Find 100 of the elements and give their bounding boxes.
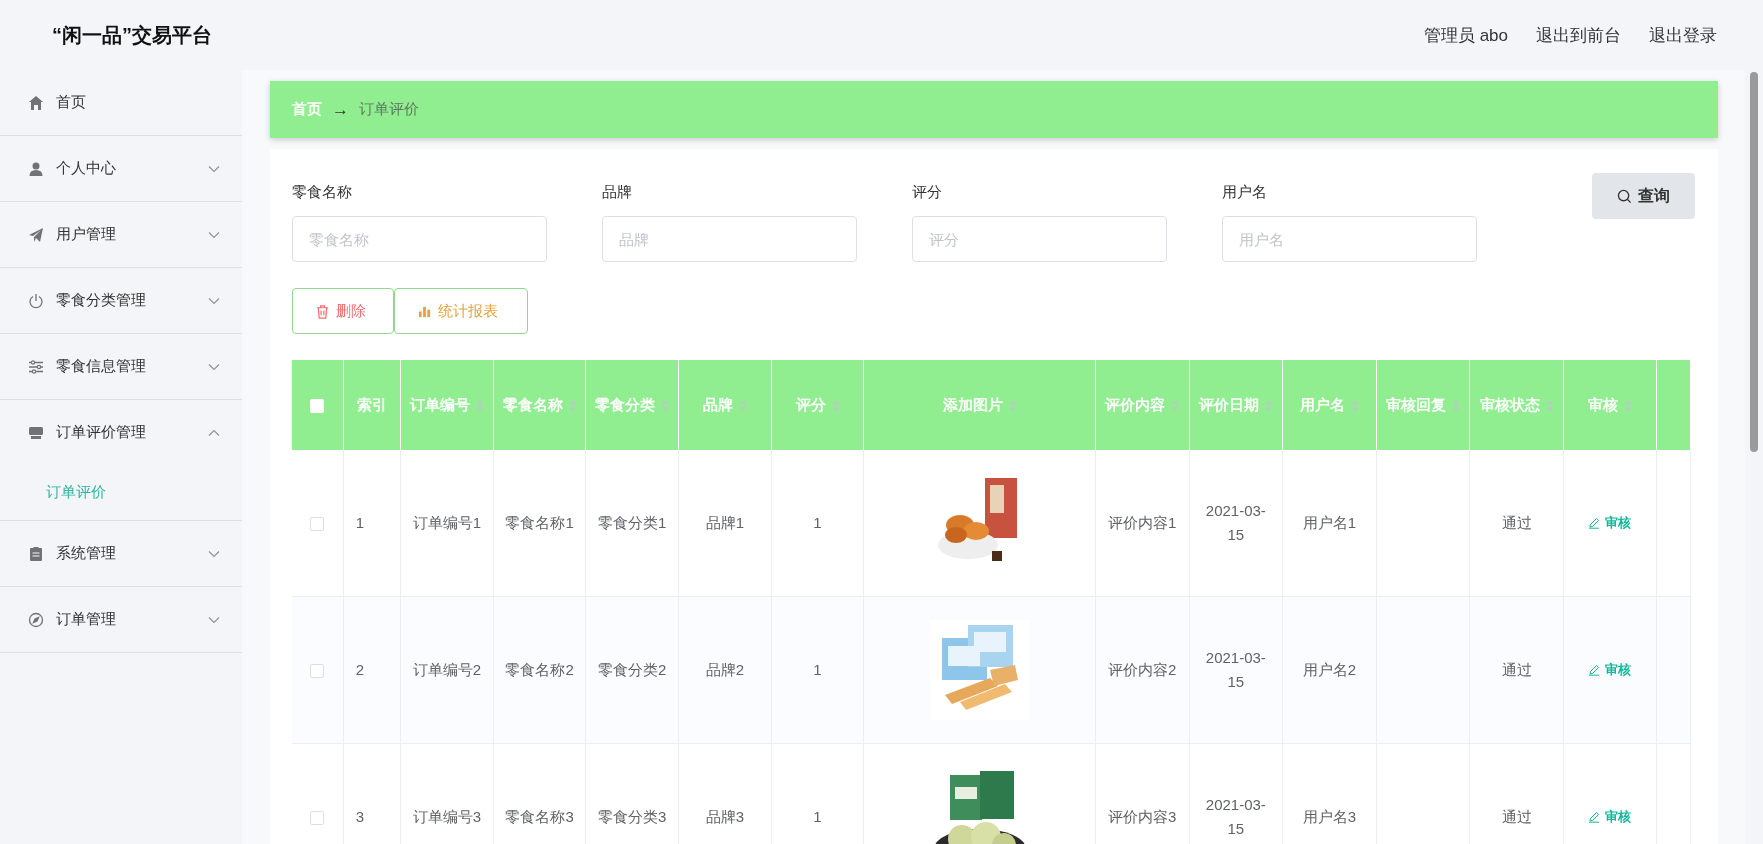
column-header[interactable]: 审核 [1563,360,1657,450]
pencil-icon [1588,810,1601,823]
sort-icon [738,400,747,413]
table-cell: 用户名2 [1302,661,1357,678]
table-cell: 零食名称1 [505,514,574,531]
search-field[interactable]: 零食名称 [292,216,547,262]
column-header[interactable]: 评分 [771,360,864,450]
sort-icon [476,400,485,413]
row-checkbox[interactable] [310,664,325,679]
table-cell: 1 [355,514,365,531]
table-cell: 零食分类3 [598,808,667,825]
audit-link[interactable]: 审核 [1588,657,1632,682]
table-cell: 品牌2 [705,661,745,678]
sliders-icon [28,358,44,375]
compass-icon [28,611,44,628]
table-cell: 评价内容2 [1108,661,1177,678]
table-cell: 2021-03-15 [1205,502,1266,543]
table-cell: 品牌3 [705,808,745,825]
sidebar-item[interactable]: 首页 [0,70,242,135]
power-icon [28,292,44,309]
sort-icon [1008,400,1017,413]
table-cell: 品牌1 [705,514,745,531]
sort-icon [1623,400,1632,413]
column-header[interactable]: 评价日期 [1189,360,1283,450]
table-cell: 订单编号2 [412,661,482,678]
field-label: 零食名称 [292,182,353,202]
table-cell: 零食名称2 [505,661,574,678]
search-button[interactable]: 查询 [1592,173,1695,219]
table-cell: 1 [813,514,822,531]
breadcrumb-item[interactable]: 首页 [292,100,322,119]
table-cell: 2021-03-15 [1205,796,1266,837]
search-field[interactable]: 评分 [912,216,1167,262]
sidebar-item[interactable]: 系统管理 [0,521,242,586]
breadcrumb-item: 订单评价 [359,100,419,119]
table-cell: 1 [813,808,822,825]
table-cell: 订单编号1 [412,514,482,531]
table-cell: 3 [355,808,365,825]
sort-icon [1545,400,1554,413]
tray-icon [28,424,44,441]
header-link[interactable]: 退出登录 [1649,23,1717,47]
sidebar-item[interactable]: 零食信息管理 [0,334,242,399]
sidebar-item[interactable]: 个人中心 [0,136,242,201]
search-field[interactable]: 品牌 [602,216,857,262]
header-link[interactable]: 管理员 abo [1423,23,1508,47]
home-icon [28,94,44,111]
audit-link[interactable]: 审核 [1588,510,1632,535]
sort-icon [1452,400,1461,413]
select-all-checkbox[interactable] [310,399,325,414]
table-cell: 评价内容3 [1108,808,1177,825]
table-cell: 2 [355,661,365,678]
column-header[interactable]: 审核回复 [1376,360,1470,450]
chevron-icon [208,615,220,624]
column-header[interactable]: 零食分类 [585,360,679,450]
table-cell: 1 [813,661,822,678]
sidebar-item[interactable]: 订单管理 [0,587,242,652]
column-header[interactable]: 用户名 [1282,360,1377,450]
table-cell: 评价内容1 [1108,514,1177,531]
table-cell: 用户名1 [1302,514,1357,531]
column-header[interactable]: 品牌 [678,360,772,450]
column-header[interactable]: 零食名称 [493,360,586,450]
clipboard-icon [28,545,44,562]
header-link[interactable]: 退出到前台 [1536,23,1621,47]
paper-plane-icon [28,226,44,243]
column-header[interactable]: 订单编号 [400,360,494,450]
audit-link[interactable]: 审核 [1588,804,1632,829]
column-header[interactable]: 添加图片 [863,360,1096,450]
sort-icon [661,400,670,413]
column-header[interactable]: 评价内容 [1095,360,1190,450]
table-cell: 零食名称3 [505,808,574,825]
sort-icon [1350,400,1359,413]
sort-icon [568,400,577,413]
chevron-icon [208,230,220,239]
field-label: 品牌 [602,182,633,202]
delete-button[interactable]: 删除 [292,288,394,334]
chevron-icon [208,428,220,437]
table-cell: 用户名3 [1302,808,1357,825]
pencil-icon [1588,663,1601,676]
sort-icon [831,400,840,413]
sidebar-item[interactable]: 用户管理 [0,202,242,267]
sidebar-item[interactable]: 零食分类管理 [0,268,242,333]
report-button[interactable]: 统计报表 [394,288,528,334]
table-cell: 通过 [1501,514,1532,531]
chevron-icon [208,549,220,558]
trash-icon [315,303,330,319]
search-field[interactable]: 用户名 [1222,216,1477,262]
table-cell: 订单编号3 [412,808,482,825]
table-cell: 通过 [1501,808,1532,825]
pencil-icon [1588,516,1601,529]
site-title: “闲一品”交易平台 [52,22,212,48]
sidebar-item[interactable]: 订单评价管理 [0,400,242,465]
field-label: 用户名 [1222,182,1268,202]
row-checkbox[interactable] [310,811,325,826]
column-header[interactable]: 索引 [343,360,401,450]
chevron-icon [208,296,220,305]
chevron-icon [208,164,220,173]
table-cell: 2021-03-15 [1205,649,1266,690]
sidebar-subitem[interactable]: 订单评价 [0,465,242,520]
column-header[interactable]: 审核状态 [1469,360,1564,450]
arrow-separator: → [332,99,349,120]
row-checkbox[interactable] [310,517,325,532]
